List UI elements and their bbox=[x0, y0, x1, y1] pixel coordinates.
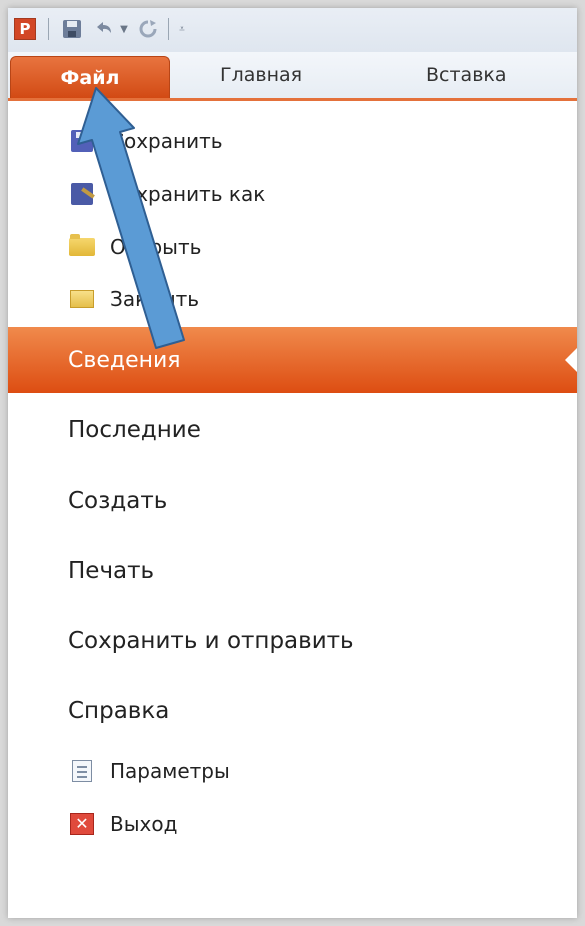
toolbar-separator bbox=[168, 18, 169, 40]
menu-info-label: Сведения bbox=[68, 347, 181, 373]
ribbon-tab-bar: Файл Главная Вставка bbox=[8, 52, 577, 101]
menu-exit[interactable]: ✕ Выход bbox=[68, 806, 488, 842]
menu-open[interactable]: Открыть bbox=[68, 229, 488, 265]
save-icon bbox=[68, 129, 96, 153]
undo-dropdown-icon[interactable]: ▼ bbox=[118, 18, 130, 40]
powerpoint-backstage-window: P ▼ ⩡ Файл Главная Вставка Сохранить Сох… bbox=[8, 8, 577, 918]
menu-info-selected[interactable]: Сведения bbox=[8, 327, 577, 393]
toolbar-separator bbox=[48, 18, 49, 40]
customize-qat-icon[interactable]: ⩡ bbox=[176, 18, 188, 40]
menu-recent[interactable]: Последние bbox=[68, 413, 201, 447]
menu-exit-label: Выход bbox=[110, 812, 178, 836]
menu-close-label: Закрыть bbox=[110, 287, 200, 311]
save-as-icon bbox=[68, 182, 96, 206]
menu-save-and-send[interactable]: Сохранить и отправить bbox=[68, 624, 354, 658]
menu-save-as-label: Сохранить как bbox=[110, 182, 266, 206]
exit-icon: ✕ bbox=[68, 812, 96, 836]
menu-save-label: Сохранить bbox=[110, 129, 223, 153]
tab-home[interactable]: Главная bbox=[220, 52, 302, 98]
tab-file[interactable]: Файл bbox=[10, 56, 170, 98]
menu-open-label: Открыть bbox=[110, 235, 202, 259]
backstage-menu: Сохранить Сохранить как Открыть Закрыть … bbox=[8, 101, 577, 918]
selection-notch-icon bbox=[565, 348, 577, 372]
menu-save-as[interactable]: Сохранить как bbox=[68, 176, 488, 212]
options-icon bbox=[68, 759, 96, 783]
powerpoint-app-icon[interactable]: P bbox=[14, 18, 36, 40]
close-folder-icon bbox=[68, 287, 96, 311]
menu-print[interactable]: Печать bbox=[68, 554, 154, 588]
menu-save[interactable]: Сохранить bbox=[68, 123, 488, 159]
menu-options[interactable]: Параметры bbox=[68, 753, 488, 789]
tab-insert[interactable]: Вставка bbox=[426, 52, 507, 98]
quick-access-toolbar: P ▼ ⩡ bbox=[8, 8, 577, 52]
open-folder-icon bbox=[68, 234, 96, 259]
redo-icon[interactable] bbox=[136, 18, 160, 40]
save-icon[interactable] bbox=[60, 18, 84, 40]
menu-new[interactable]: Создать bbox=[68, 484, 167, 518]
undo-icon[interactable] bbox=[92, 18, 116, 40]
menu-options-label: Параметры bbox=[110, 759, 230, 783]
menu-help[interactable]: Справка bbox=[68, 694, 169, 728]
menu-close[interactable]: Закрыть bbox=[68, 281, 488, 317]
